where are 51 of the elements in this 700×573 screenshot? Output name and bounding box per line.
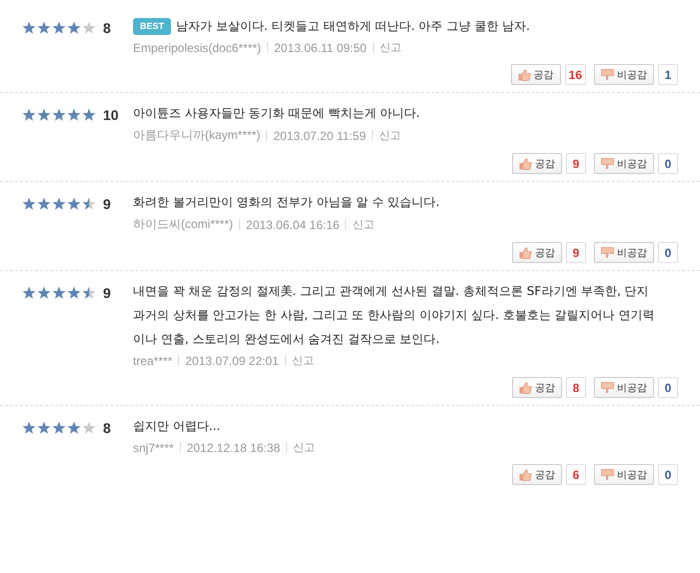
author-name: Emperipolesis(doc6****) — [133, 40, 262, 54]
review-text: 남자가 보살이다. 티켓들고 태연하게 떠난다. 아주 그냥 쿨한 남자. — [176, 19, 530, 33]
like-button[interactable]: 공감 — [512, 377, 562, 398]
author-name: trea**** — [133, 354, 172, 368]
like-count: 8 — [566, 377, 586, 398]
like-button[interactable]: 공감 — [510, 64, 561, 85]
dislike-button[interactable]: 비공감 — [594, 64, 654, 85]
thumbs-down-icon — [601, 246, 614, 258]
dislike-button[interactable]: 비공감 — [594, 242, 654, 263]
review-text: 아이튠즈 사용자들만 동기화 때문에 빡치는게 아니다. — [133, 106, 420, 120]
thumbs-up-icon — [519, 468, 532, 480]
thumbs-down-icon — [601, 468, 614, 480]
thumbs-up-icon — [519, 246, 532, 258]
review-text: 내면을 꽉 채운 감정의 절제美. 그리고 관객에게 선사된 결말. 총체적으론 SF라기엔 부족한, 단지 과거의 상처를 안고가는 한 사람, 그리고 또 한사람의 이야기지 싶다. 호불호는 갈릴지어나 연기력이나 연출, 스토리의 완성도에서 숨겨진 걸작으로 보인다. — [133, 284, 654, 346]
score: 10 — [103, 108, 119, 122]
like-count: 6 — [566, 464, 586, 485]
thumbs-down-icon — [601, 382, 614, 394]
score: 8 — [103, 421, 111, 435]
author-name: snj7**** — [133, 440, 174, 454]
best-badge: BEST — [133, 18, 172, 35]
dislike-count: 0 — [658, 377, 678, 398]
author-name: 하이드씨(comi****) — [133, 216, 234, 233]
score: 9 — [103, 197, 111, 211]
like-button[interactable]: 공감 — [512, 153, 562, 174]
dislike-count: 0 — [658, 153, 678, 174]
review-date: 2013.06.04 16:16 — [246, 218, 340, 232]
review-text: 쉽지만 어렵다... — [133, 419, 220, 433]
like-count: 9 — [566, 153, 586, 174]
review-date: 2013.06.11 09:50 — [274, 40, 367, 54]
dislike-button[interactable]: 비공감 — [594, 153, 654, 174]
review-date: 2012.12.18 16:38 — [186, 440, 280, 454]
like-button[interactable]: 공감 — [512, 464, 562, 485]
thumbs-down-icon — [601, 158, 614, 170]
author-name: 아름다우니까(kaym****) — [133, 127, 260, 144]
review-date: 2013.07.09 22:01 — [185, 354, 279, 368]
dislike-count: 1 — [658, 64, 678, 85]
review-text: 화려한 볼거리만이 영화의 전부가 아님을 알 수 있습니다. — [133, 195, 440, 209]
review-date: 2013.07.20 11:59 — [273, 128, 366, 142]
like-count: 16 — [564, 64, 586, 85]
dislike-count: 0 — [658, 242, 678, 263]
dislike-button[interactable]: 비공감 — [594, 464, 654, 485]
dislike-count: 0 — [658, 464, 678, 485]
like-button[interactable]: 공감 — [512, 242, 562, 263]
dislike-button[interactable]: 비공감 — [594, 377, 654, 398]
thumbs-up-icon — [519, 158, 532, 170]
score: 8 — [103, 21, 111, 35]
thumbs-up-icon — [519, 382, 532, 394]
like-count: 9 — [566, 242, 586, 263]
score: 9 — [103, 286, 111, 300]
thumbs-up-icon — [518, 68, 531, 80]
thumbs-down-icon — [601, 68, 614, 80]
